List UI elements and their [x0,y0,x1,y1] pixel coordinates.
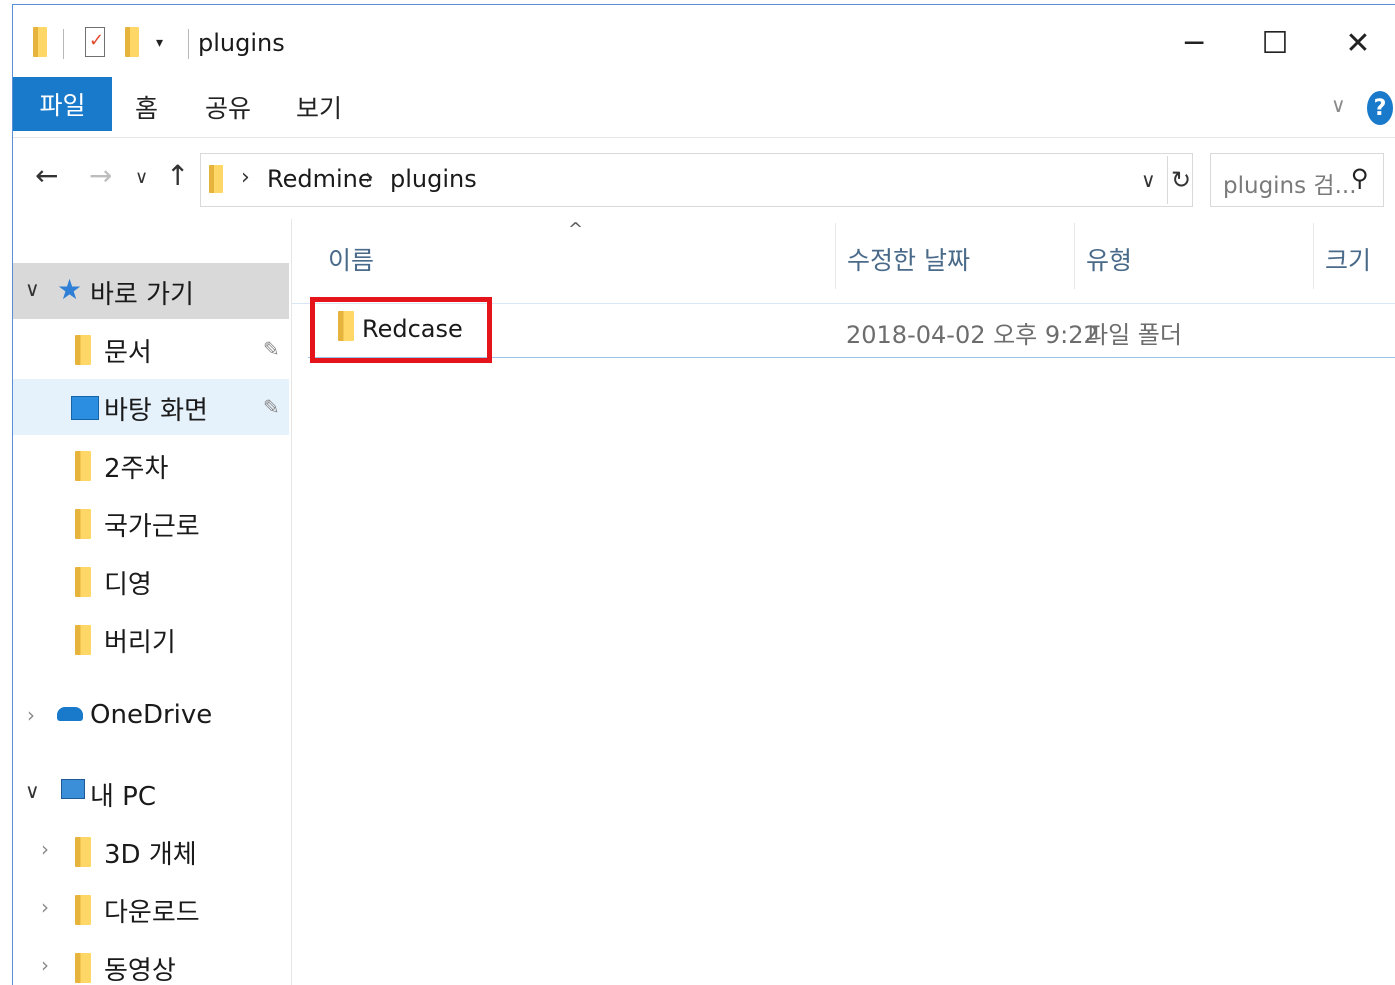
file-modified: 2018-04-02 오후 9:22 [846,321,1099,349]
highlight-annotation [310,297,492,363]
sidebar-item-label: 버리기 [104,628,176,658]
refresh-icon[interactable]: ↻ [1167,156,1194,204]
tab-home[interactable]: 홈 [135,89,158,125]
star-icon: ★ [57,273,83,306]
navigation-pane: ∨ ★ 바로 가기 문서 ✎ 바탕 화면 ✎ 2주차 국가근로 디영 버리기 ›… [13,219,292,985]
breadcrumb-separator[interactable]: › [241,165,250,190]
folder-icon [209,165,223,193]
sidebar-item-desktop[interactable]: 바탕 화면 ✎ [13,379,289,435]
sidebar-item-label: 내 PC [90,782,157,812]
close-button[interactable]: ✕ [1333,23,1383,63]
sidebar-item-onedrive[interactable]: › OneDrive [13,689,289,745]
chevron-down-icon[interactable]: ∨ [25,779,40,803]
folder-icon[interactable] [33,27,47,57]
breadcrumb-separator[interactable]: › [365,165,374,190]
column-divider[interactable] [835,223,836,289]
column-header-size[interactable]: 크기 [1325,241,1371,277]
sidebar-item-this-pc[interactable]: ∨ 내 PC [13,765,289,821]
downloads-icon [75,895,91,925]
address-bar[interactable]: › Redmine › plugins ∨ ↻ [200,153,1193,207]
search-input[interactable]: plugins 검... ⚲ [1210,153,1384,207]
checkmark-icon: ✓ [89,30,105,51]
chevron-right-icon[interactable]: › [27,703,35,727]
desktop-icon [71,396,99,420]
toolbar-divider [63,29,64,59]
window-title: plugins [198,29,285,57]
quick-access-dropdown-icon[interactable]: ▾ [156,35,163,51]
sort-ascending-icon: ^ [568,219,584,240]
chevron-right-icon[interactable]: › [41,953,49,977]
sidebar-item-folder[interactable]: 2주차 [13,437,289,493]
videos-icon [75,953,91,983]
sidebar-item-folder[interactable]: 국가근로 [13,495,289,551]
sidebar-item-quick-access[interactable]: ∨ ★ 바로 가기 [13,263,289,319]
recent-locations-button[interactable]: ∨ [135,167,148,188]
tab-view[interactable]: 보기 [296,89,342,125]
tab-file[interactable]: 파일 [13,77,112,131]
navigation-bar: ← → ∨ ↑ › Redmine › plugins ∨ ↻ plugins … [13,137,1395,219]
sidebar-item-documents[interactable]: 문서 ✎ [13,321,289,377]
sidebar-item-label: 다운로드 [104,898,200,928]
breadcrumb-plugins[interactable]: plugins [390,165,477,193]
tab-share[interactable]: 공유 [205,89,251,125]
address-dropdown-icon[interactable]: ∨ [1141,168,1156,192]
sidebar-item-folder[interactable]: 디영 [13,553,289,609]
sidebar-item-videos[interactable]: › 동영상 [13,939,289,985]
chevron-right-icon[interactable]: › [41,837,49,861]
column-divider[interactable] [1313,223,1314,289]
sidebar-item-label: 디영 [104,570,152,600]
sidebar-item-label: 바로 가기 [90,280,194,310]
search-icon[interactable]: ⚲ [1351,164,1369,192]
file-type: 파일 폴더 [1086,321,1182,349]
sidebar-item-label: 2주차 [104,454,169,484]
properties-icon[interactable]: ✓ [85,27,105,57]
toolbar-divider [188,29,189,59]
forward-button[interactable]: → [89,159,112,192]
pin-icon[interactable]: ✎ [263,395,280,419]
search-placeholder: plugins 검... [1223,173,1357,199]
sidebar-item-label: 국가근로 [104,512,200,542]
title-bar: ✓ ▾ plugins ─ ☐ ✕ [13,5,1395,77]
folder-icon [75,567,91,597]
folder-icon [75,625,91,655]
pin-icon[interactable]: ✎ [263,337,280,361]
sidebar-item-label: 바탕 화면 [104,396,208,426]
minimize-button[interactable]: ─ [1169,23,1219,63]
file-list: ^ 이름 수정한 날짜 유형 크기 Redcase 2018-04-02 오후 … [292,219,1395,985]
documents-icon [75,335,91,365]
column-header-modified[interactable]: 수정한 날짜 [847,241,970,277]
chevron-right-icon[interactable]: › [41,895,49,919]
folder-icon [75,451,91,481]
column-header-type[interactable]: 유형 [1086,241,1132,277]
back-button[interactable]: ← [35,159,58,192]
3d-objects-icon [75,837,91,867]
column-header-name[interactable]: 이름 [328,241,374,277]
ribbon: 파일 홈 공유 보기 ∨ ? [13,77,1395,138]
column-divider[interactable] [1074,223,1075,289]
help-icon[interactable]: ? [1367,91,1393,125]
sidebar-item-downloads[interactable]: › 다운로드 [13,881,289,937]
cloud-icon [57,707,83,721]
sidebar-item-label: OneDrive [90,700,213,730]
maximize-button[interactable]: ☐ [1250,23,1300,63]
sidebar-item-3d-objects[interactable]: › 3D 개체 [13,823,289,879]
expand-ribbon-icon[interactable]: ∨ [1331,93,1346,117]
chevron-down-icon[interactable]: ∨ [25,277,40,301]
sidebar-item-label: 문서 [104,338,152,368]
folder-icon [75,509,91,539]
sidebar-item-label: 3D 개체 [104,840,197,870]
up-button[interactable]: ↑ [166,159,189,192]
breadcrumb-redmine[interactable]: Redmine [267,165,373,193]
new-folder-icon[interactable] [125,27,139,57]
computer-icon [61,779,85,799]
sidebar-item-folder[interactable]: 버리기 [13,611,289,667]
explorer-window: ✓ ▾ plugins ─ ☐ ✕ 파일 홈 공유 보기 ∨ ? ← → ∨ ↑… [12,4,1395,985]
sidebar-item-label: 동영상 [104,956,176,985]
